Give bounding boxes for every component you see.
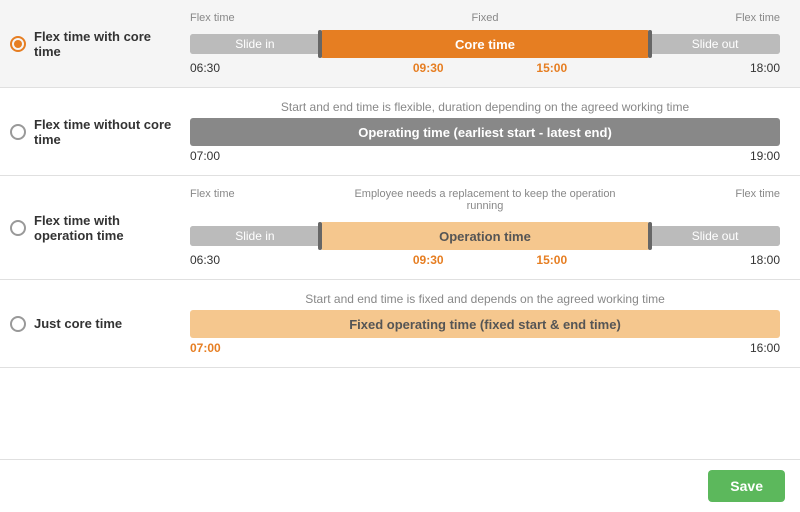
radio-flex-core[interactable] [10,36,26,52]
fixed-operating-segment: Fixed operating time (fixed start & end … [190,310,780,338]
flex-core-timeline: Flex time Fixed Flex time Slide in Core … [180,12,790,75]
flex-operation-time-labels: 06:30 09:30 15:00 18:00 [190,253,780,267]
slide-out-op-segment: Slide out [650,226,780,246]
label-flex-right-3: Flex time [735,188,780,200]
option-just-core[interactable]: Just core time Start and end time is fix… [0,280,800,368]
flex-operation-text: Flex time with operation time [34,213,180,243]
core-time-segment: Core time [320,30,650,58]
flex-core-time-labels: 06:30 09:30 15:00 18:00 [190,61,780,75]
label-flex-left-3: Flex time [190,188,235,200]
option-flex-no-core[interactable]: Flex time without core time Start and en… [0,88,800,176]
operating-time-segment: Operating time (earliest start - latest … [190,118,780,146]
label-fixed-1: Fixed [472,12,499,24]
flex-no-core-desc: Start and end time is flexible, duration… [190,100,780,114]
main-container: Flex time with core time Flex time Fixed… [0,0,800,512]
label-flex-right-1: Flex time [735,12,780,24]
just-core-text: Just core time [34,316,122,331]
label-flex-left-1: Flex time [190,12,235,24]
operation-desc: Employee needs a replacement to keep the… [354,188,615,212]
slide-in-segment: Slide in [190,34,320,54]
flex-core-text: Flex time with core time [34,29,180,59]
time-1600-4: 16:00 [750,341,780,355]
time-0700-4: 07:00 [190,341,221,355]
save-button[interactable]: Save [708,470,785,502]
just-core-time-labels: 07:00 16:00 [190,341,780,355]
time-0630-1: 06:30 [190,61,220,75]
flex-operation-timeline: Flex time Employee needs a replacement t… [180,188,790,267]
time-0700-2: 07:00 [190,149,220,163]
radio-flex-operation-label[interactable]: Flex time with operation time [10,213,180,243]
time-0930-3: 09:30 [413,253,444,267]
radio-flex-no-core[interactable] [10,124,26,140]
radio-flex-core-label[interactable]: Flex time with core time [10,29,180,59]
radio-flex-no-core-label[interactable]: Flex time without core time [10,117,180,147]
flex-no-core-text: Flex time without core time [34,117,180,147]
time-1800-1: 18:00 [750,61,780,75]
flex-core-bar: Slide in Core time Slide out [190,30,780,58]
footer: Save [0,459,800,512]
radio-flex-operation[interactable] [10,220,26,236]
slide-in-op-segment: Slide in [190,226,320,246]
flex-no-core-timeline: Start and end time is flexible, duration… [180,100,790,163]
flex-operation-bar: Slide in Operation time Slide out [190,222,780,250]
option-flex-operation[interactable]: Flex time with operation time Flex time … [0,176,800,280]
time-0630-3: 06:30 [190,253,220,267]
just-core-bar: Fixed operating time (fixed start & end … [190,310,780,338]
time-0930-1: 09:30 [413,61,444,75]
time-1500-1: 15:00 [536,61,567,75]
time-1800-3: 18:00 [750,253,780,267]
slide-out-segment: Slide out [650,34,780,54]
time-1500-3: 15:00 [536,253,567,267]
just-core-desc: Start and end time is fixed and depends … [190,292,780,306]
time-1900-2: 19:00 [750,149,780,163]
option-flex-core[interactable]: Flex time with core time Flex time Fixed… [0,0,800,88]
operating-time-bar: Operating time (earliest start - latest … [190,118,780,146]
radio-just-core-label[interactable]: Just core time [10,316,180,332]
operation-time-segment: Operation time [320,222,650,250]
flex-no-core-time-labels: 07:00 19:00 [190,149,780,163]
radio-just-core[interactable] [10,316,26,332]
just-core-timeline: Start and end time is fixed and depends … [180,292,790,355]
